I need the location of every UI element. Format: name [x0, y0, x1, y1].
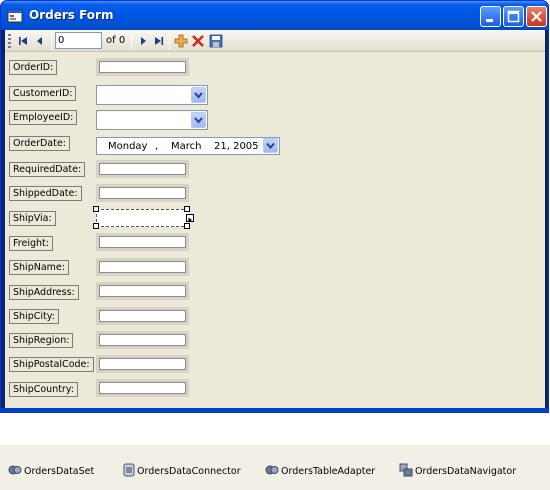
date-separator: ,	[155, 141, 159, 152]
form-client-area: 0 of 0 OrderID: CustomerID: EmployeeID: …	[5, 30, 545, 410]
toolbar-separator	[131, 33, 132, 49]
window-title: Orders Form	[29, 8, 114, 22]
label-customer-id: CustomerID:	[9, 86, 77, 101]
label-ship-city: ShipCity:	[9, 309, 59, 324]
window-bottom-border	[1, 408, 548, 412]
label-order-id: OrderID:	[9, 60, 58, 75]
label-shipped-date: ShippedDate:	[9, 186, 82, 201]
toolbar-separator	[169, 33, 170, 49]
ship-via-textbox[interactable]	[96, 209, 189, 227]
tray-orders-table-adapter[interactable]: OrdersTableAdapter	[281, 465, 375, 479]
data-connector-icon[interactable]	[122, 463, 136, 477]
maximize-icon	[507, 10, 520, 23]
order-date-dropdown-button[interactable]	[263, 138, 278, 153]
resize-handle[interactable]	[184, 206, 190, 212]
employee-id-dropdown-button[interactable]	[191, 112, 206, 128]
required-date-textbox[interactable]	[96, 160, 189, 178]
count-label: of 0	[106, 35, 126, 46]
delete-icon[interactable]	[190, 33, 206, 49]
toolbar-separator	[51, 33, 52, 49]
move-previous-icon[interactable]	[32, 33, 48, 49]
form-icon	[7, 9, 23, 23]
resize-handle[interactable]	[93, 223, 99, 229]
maximize-button[interactable]	[503, 6, 524, 27]
chevron-down-icon	[194, 117, 203, 124]
toolbar-grip[interactable]	[8, 34, 11, 48]
save-icon[interactable]	[208, 33, 224, 49]
orders-form-window: Orders Form 0 of 0 OrderID: CustomerID: …	[0, 0, 549, 413]
move-first-icon[interactable]	[15, 33, 31, 49]
smart-tag-arrow-icon[interactable]	[186, 214, 194, 223]
label-freight: Freight:	[9, 236, 53, 251]
dataset-icon[interactable]	[8, 463, 22, 477]
label-ship-country: ShipCountry:	[9, 382, 78, 397]
close-button[interactable]	[526, 6, 547, 27]
resize-handle[interactable]	[93, 206, 99, 212]
ship-city-textbox[interactable]	[96, 307, 189, 325]
label-ship-region: ShipRegion:	[9, 333, 74, 348]
table-adapter-icon[interactable]	[265, 463, 279, 477]
shipped-date-textbox[interactable]	[96, 184, 189, 202]
label-ship-address: ShipAddress:	[9, 285, 79, 300]
close-icon	[531, 11, 542, 22]
customer-id-combobox[interactable]	[96, 85, 208, 105]
ship-country-textbox[interactable]	[96, 379, 189, 397]
date-month: March	[171, 141, 202, 152]
label-employee-id: EmployeeID:	[9, 110, 78, 125]
order-id-textbox[interactable]	[96, 58, 189, 76]
arrow-right-icon	[188, 217, 192, 223]
data-navigator-icon[interactable]	[399, 463, 413, 477]
ship-name-textbox[interactable]	[96, 258, 189, 276]
resize-handle[interactable]	[184, 223, 190, 229]
label-required-date: RequiredDate:	[9, 162, 86, 177]
minimize-icon	[486, 19, 493, 22]
employee-id-combobox[interactable]	[96, 110, 208, 130]
label-ship-name: ShipName:	[9, 260, 69, 275]
customer-id-dropdown-button[interactable]	[191, 87, 206, 103]
chevron-down-icon	[194, 92, 203, 99]
add-new-icon[interactable]	[173, 33, 189, 49]
tray-orders-data-navigator[interactable]: OrdersDataNavigator	[415, 465, 516, 479]
move-last-icon[interactable]	[151, 33, 167, 49]
tray-orders-data-connector[interactable]: OrdersDataConnector	[137, 465, 241, 479]
tray-orders-dataset[interactable]: OrdersDataSet	[24, 465, 94, 479]
ship-address-textbox[interactable]	[96, 282, 189, 300]
ship-region-textbox[interactable]	[96, 331, 189, 349]
ship-postal-code-textbox[interactable]	[96, 355, 189, 373]
minimize-button[interactable]	[480, 6, 501, 27]
designer-surface: Orders Form 0 of 0 OrderID: CustomerID: …	[0, 0, 550, 490]
date-day-year: 21, 2005	[214, 141, 259, 152]
label-order-date: OrderDate:	[9, 136, 70, 151]
title-bar[interactable]: Orders Form	[1, 1, 548, 30]
position-input[interactable]: 0	[55, 32, 102, 49]
binding-navigator: 0 of 0	[5, 30, 545, 52]
freight-textbox[interactable]	[96, 233, 189, 251]
chevron-down-icon	[266, 142, 275, 150]
order-date-picker[interactable]: Monday , March 21, 2005	[96, 137, 280, 155]
move-next-icon[interactable]	[135, 33, 151, 49]
label-ship-postal-code: ShipPostalCode:	[9, 357, 94, 372]
label-ship-via: ShipVia:	[9, 211, 56, 226]
date-day: Monday	[108, 141, 148, 152]
